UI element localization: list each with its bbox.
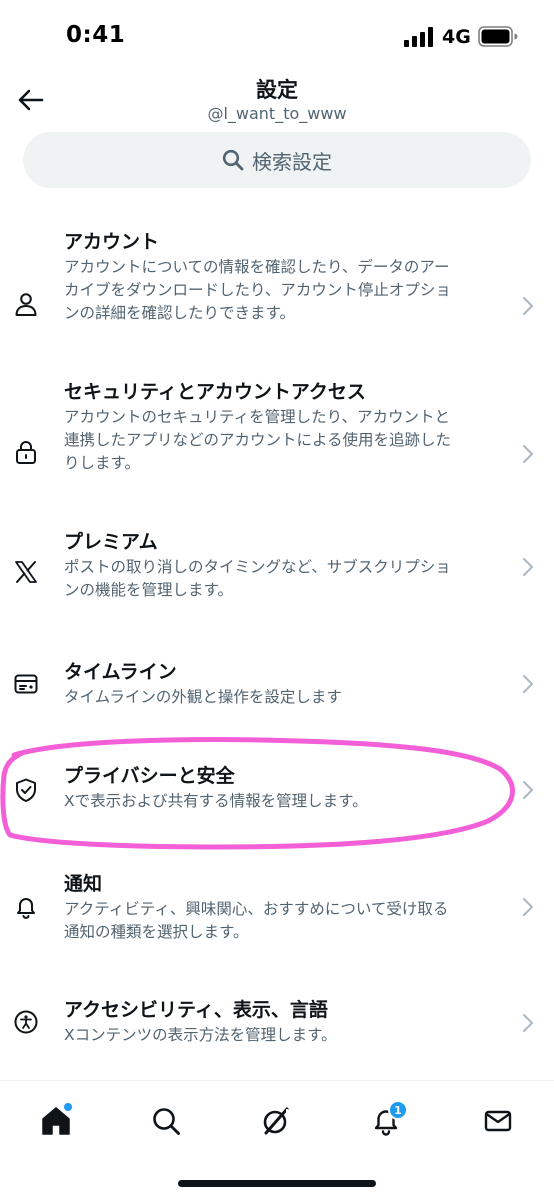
item-title: アカウント [64, 231, 160, 253]
nav-home[interactable] [34, 1099, 78, 1143]
item-title: プライバシーと安全 [64, 765, 235, 787]
settings-item-account[interactable]: アカウント アカウントについての情報を確認したり、データのアー カイブをダウンロ… [0, 228, 554, 348]
settings-item-accessibility[interactable]: アクセシビリティ、表示、言語 Xコンテンツの表示方法を管理します。 [0, 996, 554, 1066]
status-bar: 0:41 4G [0, 0, 554, 70]
item-description: アクティビティ、興味関心、おすすめについて受け取る 通知の種類を選択します。 [64, 898, 504, 944]
page-title: 設定 [256, 78, 298, 102]
bell-icon [12, 893, 40, 921]
item-text: 通知 アクティビティ、興味関心、おすすめについて受け取る 通知の種類を選択します… [64, 870, 504, 944]
item-text: アカウント アカウントについての情報を確認したり、データのアー カイブをダウンロ… [64, 228, 504, 325]
chevron-right-icon [523, 781, 533, 799]
desc-line: アカウントについての情報を確認したり、データのアー [64, 258, 450, 276]
item-text: セキュリティとアカウントアクセス アカウントのセキュリティを管理したり、アカウン… [64, 378, 504, 475]
header: 設定 @l_want_to_www [0, 70, 554, 130]
item-title: アクセシビリティ、表示、言語 [64, 999, 328, 1021]
settings-item-notifications[interactable]: 通知 アクティビティ、興味関心、おすすめについて受け取る 通知の種類を選択します… [0, 870, 554, 960]
desc-line: 通知の種類を選択します。 [64, 923, 249, 941]
desc-line: アカウントのセキュリティを管理したり、アカウントと [64, 408, 450, 426]
chevron-right-icon [523, 445, 533, 463]
network-label: 4G [442, 26, 471, 48]
notification-badge: 1 [388, 1100, 408, 1120]
desc-line: ポストの取り消しのタイミングなど、サブスクリプショ [64, 558, 451, 576]
new-content-dot [64, 1103, 72, 1111]
x-logo-icon [12, 558, 40, 586]
desc-line: Xコンテンツの表示方法を管理します。 [64, 1026, 337, 1044]
desc-line: 連携したアプリなどのアカウントによる使用を追跡した [64, 431, 452, 449]
search-label: 検索設定 [252, 149, 332, 174]
desc-line: カイブをダウンロードしたり、アカウント停止オプショ [64, 281, 451, 299]
item-text: プレミアム ポストの取り消しのタイミングなど、サブスクリプショ ンの機能を管理し… [64, 528, 504, 602]
lock-icon [12, 438, 40, 466]
search-icon [153, 1108, 180, 1135]
chevron-right-icon [523, 558, 533, 576]
accessibility-icon [12, 1008, 40, 1036]
home-indicator [178, 1180, 376, 1187]
item-description: Xコンテンツの表示方法を管理します。 [64, 1024, 504, 1047]
item-description: アカウントについての情報を確認したり、データのアー カイブをダウンロードしたり、… [64, 256, 504, 325]
settings-item-security[interactable]: セキュリティとアカウントアクセス アカウントのセキュリティを管理したり、アカウン… [0, 378, 554, 498]
desc-line: ンの機能を管理します。 [64, 581, 233, 599]
item-text: プライバシーと安全 Xで表示および共有する情報を管理します。 [64, 762, 504, 813]
settings-item-timeline[interactable]: タイムライン タイムラインの外観と操作を設定します [0, 658, 554, 738]
page-subtitle: @l_want_to_www [207, 104, 347, 123]
item-text: アクセシビリティ、表示、言語 Xコンテンツの表示方法を管理します。 [64, 996, 504, 1047]
chevron-right-icon [523, 1014, 533, 1032]
item-title: 通知 [64, 873, 103, 895]
settings-item-premium[interactable]: プレミアム ポストの取り消しのタイミングなど、サブスクリプショ ンの機能を管理し… [0, 528, 554, 628]
nav-messages[interactable] [476, 1099, 520, 1143]
item-description: Xで表示および共有する情報を管理します。 [64, 790, 504, 813]
desc-line: タイムラインの外観と操作を設定します [64, 688, 342, 706]
desc-line: Xで表示および共有する情報を管理します。 [64, 792, 368, 810]
battery-icon [478, 26, 518, 47]
item-text: タイムライン タイムラインの外観と操作を設定します [64, 658, 504, 709]
chevron-right-icon [523, 898, 533, 916]
item-title: セキュリティとアカウントアクセス [64, 381, 366, 403]
shield-icon [12, 776, 40, 804]
item-description: アカウントのセキュリティを管理したり、アカウントと 連携したアプリなどのアカウン… [64, 406, 504, 475]
desc-line: ンの詳細を確認したりできます。 [64, 304, 295, 322]
search-icon [222, 149, 244, 171]
chevron-right-icon [523, 675, 533, 693]
search-settings-button[interactable]: 検索設定 [23, 132, 531, 188]
person-icon [12, 290, 40, 318]
timeline-icon [12, 670, 40, 698]
mail-icon [484, 1110, 512, 1132]
nav-grok[interactable] [254, 1099, 298, 1143]
settings-item-privacy[interactable]: プライバシーと安全 Xで表示および共有する情報を管理します。 [0, 762, 554, 842]
grok-icon [263, 1107, 289, 1135]
signal-icon [404, 27, 433, 47]
desc-line: りします。 [64, 454, 140, 472]
nav-search[interactable] [144, 1099, 188, 1143]
nav-notifications[interactable]: 1 [364, 1099, 408, 1143]
status-time: 0:41 [66, 22, 126, 48]
desc-line: アクティビティ、興味関心、おすすめについて受け取る [64, 900, 449, 918]
item-title: プレミアム [64, 531, 158, 553]
item-description: ポストの取り消しのタイミングなど、サブスクリプショ ンの機能を管理します。 [64, 556, 504, 602]
item-title: タイムライン [64, 661, 177, 683]
item-description: タイムラインの外観と操作を設定します [64, 686, 504, 709]
chevron-right-icon [523, 297, 533, 315]
